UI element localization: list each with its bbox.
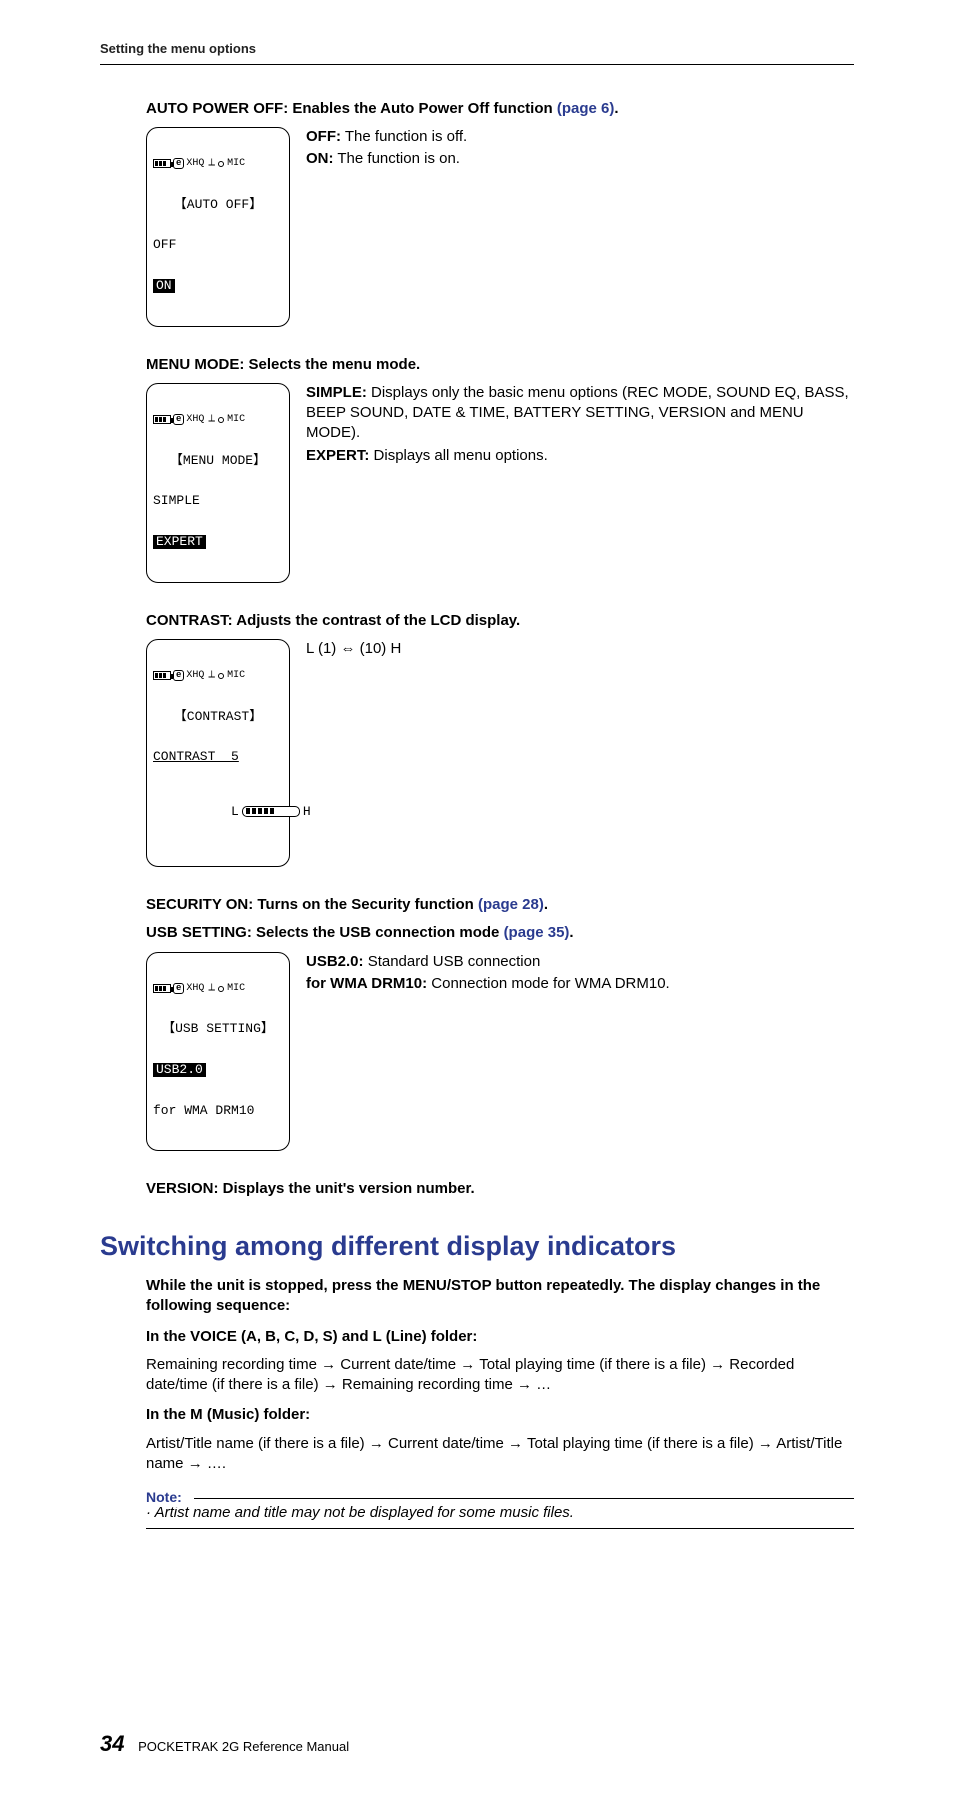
security-on-heading: SECURITY ON: Turns on the Security funct…: [146, 895, 854, 915]
page-footer: 34 POCKETRAK 2G Reference Manual: [100, 1729, 854, 1759]
section-heading: Switching among different display indica…: [100, 1228, 854, 1264]
e-icon: e: [173, 670, 184, 681]
lcd-line-selected: USB2.0: [153, 1063, 283, 1077]
xhq-label: XHQ: [186, 671, 204, 681]
heading-text: .: [614, 100, 618, 117]
lcd-menu-mode: e XHQ ⟂ MIC 【MENU MODE】 SIMPLE EXPERT: [146, 383, 290, 583]
page-link[interactable]: (page 28): [478, 896, 544, 913]
battery-icon: [153, 671, 171, 680]
lcd-line-selected: ON: [153, 279, 283, 293]
lcd-title: 【AUTO OFF】: [153, 198, 283, 212]
mic-dot-icon: [218, 986, 224, 992]
lcd-status-bar: e XHQ ⟂ MIC: [153, 158, 283, 169]
lcd-contrast-bar: LH: [153, 791, 283, 834]
lcd-line: SIMPLE: [153, 494, 283, 508]
option-label: EXPERT:: [306, 447, 369, 464]
note-rule: [194, 1498, 854, 1499]
lcd-title: 【MENU MODE】: [153, 454, 283, 468]
page-link[interactable]: (page 6): [557, 100, 615, 117]
page-link[interactable]: (page 35): [504, 924, 570, 941]
option-label: USB2.0:: [306, 953, 364, 970]
heading-text: .: [544, 896, 548, 913]
heading-text: USB SETTING: Selects the USB connection …: [146, 924, 504, 941]
option-text: Standard USB connection: [364, 953, 541, 970]
bar-left-label: L: [231, 804, 239, 819]
antenna-icon: ⟂: [208, 671, 215, 681]
contrast-option-text: L (1) ⇔ (10) H: [306, 639, 854, 661]
lcd-status-bar: e XHQ ⟂ MIC: [153, 670, 283, 681]
head-rule: [100, 64, 854, 65]
version-heading: VERSION: Displays the unit's version num…: [146, 1179, 854, 1199]
antenna-icon: ⟂: [208, 984, 215, 994]
contrast-heading: CONTRAST: Adjusts the contrast of the LC…: [146, 611, 854, 631]
lcd-usb-setting: e XHQ ⟂ MIC 【USB SETTING】 USB2.0 for WMA…: [146, 952, 290, 1152]
lcd-line-selected: EXPERT: [153, 535, 283, 549]
xhq-label: XHQ: [186, 415, 204, 425]
option-text: Connection mode for WMA DRM10.: [427, 975, 670, 992]
e-icon: e: [173, 158, 184, 169]
menu-mode-options: SIMPLE: Displays only the basic menu opt…: [306, 383, 854, 468]
lcd-line: for WMA DRM10: [153, 1104, 283, 1118]
heading-text: SECURITY ON: Turns on the Security funct…: [146, 896, 478, 913]
note-rule: [146, 1528, 854, 1529]
heading-text: AUTO POWER OFF: Enables the Auto Power O…: [146, 100, 557, 117]
option-text: Displays all menu options.: [369, 447, 547, 464]
note-body: · Artist name and title may not be displ…: [146, 1503, 854, 1523]
option-label: SIMPLE:: [306, 384, 367, 401]
mic-dot-icon: [218, 673, 224, 679]
mic-dot-icon: [218, 417, 224, 423]
contrast-bar-icon: [242, 806, 300, 817]
lcd-status-bar: e XHQ ⟂ MIC: [153, 414, 283, 425]
mic-label: MIC: [227, 984, 245, 994]
usb-setting-options: USB2.0: Standard USB connection for WMA …: [306, 952, 854, 997]
music-folder-head: In the M (Music) folder:: [146, 1405, 854, 1425]
option-text: L (1) ⇔ (10) H: [306, 639, 854, 659]
auto-power-off-heading: AUTO POWER OFF: Enables the Auto Power O…: [146, 99, 854, 119]
option-text: The function is on.: [334, 150, 460, 167]
lcd-line: CONTRAST 5: [153, 750, 283, 764]
note-label: Note:: [146, 1488, 188, 1507]
mic-label: MIC: [227, 671, 245, 681]
option-text: The function is off.: [341, 128, 467, 145]
battery-icon: [153, 984, 171, 993]
option-label: ON:: [306, 150, 334, 167]
music-folder-body: Artist/Title name (if there is a file) →…: [146, 1434, 854, 1475]
lcd-status-bar: e XHQ ⟂ MIC: [153, 983, 283, 994]
footer-title: POCKETRAK 2G Reference Manual: [138, 1739, 349, 1754]
option-label: OFF:: [306, 128, 341, 145]
battery-icon: [153, 159, 171, 168]
mic-dot-icon: [218, 161, 224, 167]
e-icon: e: [173, 983, 184, 994]
e-icon: e: [173, 414, 184, 425]
lcd-auto-off: e XHQ ⟂ MIC 【AUTO OFF】 OFF ON: [146, 127, 290, 327]
heading-text: .: [569, 924, 573, 941]
lcd-contrast: e XHQ ⟂ MIC 【CONTRAST】 CONTRAST 5 LH: [146, 639, 290, 867]
option-text: Displays only the basic menu options (RE…: [306, 384, 849, 442]
usb-setting-heading: USB SETTING: Selects the USB connection …: [146, 923, 854, 943]
option-label: for WMA DRM10:: [306, 975, 427, 992]
auto-power-off-options: OFF: The function is off. ON: The functi…: [306, 127, 854, 172]
switching-intro: While the unit is stopped, press the MEN…: [146, 1276, 854, 1317]
antenna-icon: ⟂: [208, 415, 215, 425]
antenna-icon: ⟂: [208, 159, 215, 169]
xhq-label: XHQ: [186, 984, 204, 994]
battery-icon: [153, 415, 171, 424]
page-number: 34: [100, 1731, 124, 1756]
lcd-title: 【USB SETTING】: [153, 1022, 283, 1036]
voice-folder-body: Remaining recording time → Current date/…: [146, 1355, 854, 1396]
menu-mode-heading: MENU MODE: Selects the menu mode.: [146, 355, 854, 375]
bar-right-label: H: [303, 804, 311, 819]
lcd-title: 【CONTRAST】: [153, 710, 283, 724]
running-head: Setting the menu options: [100, 40, 854, 58]
mic-label: MIC: [227, 415, 245, 425]
voice-folder-head: In the VOICE (A, B, C, D, S) and L (Line…: [146, 1327, 854, 1347]
lcd-line: OFF: [153, 238, 283, 252]
xhq-label: XHQ: [186, 159, 204, 169]
mic-label: MIC: [227, 159, 245, 169]
